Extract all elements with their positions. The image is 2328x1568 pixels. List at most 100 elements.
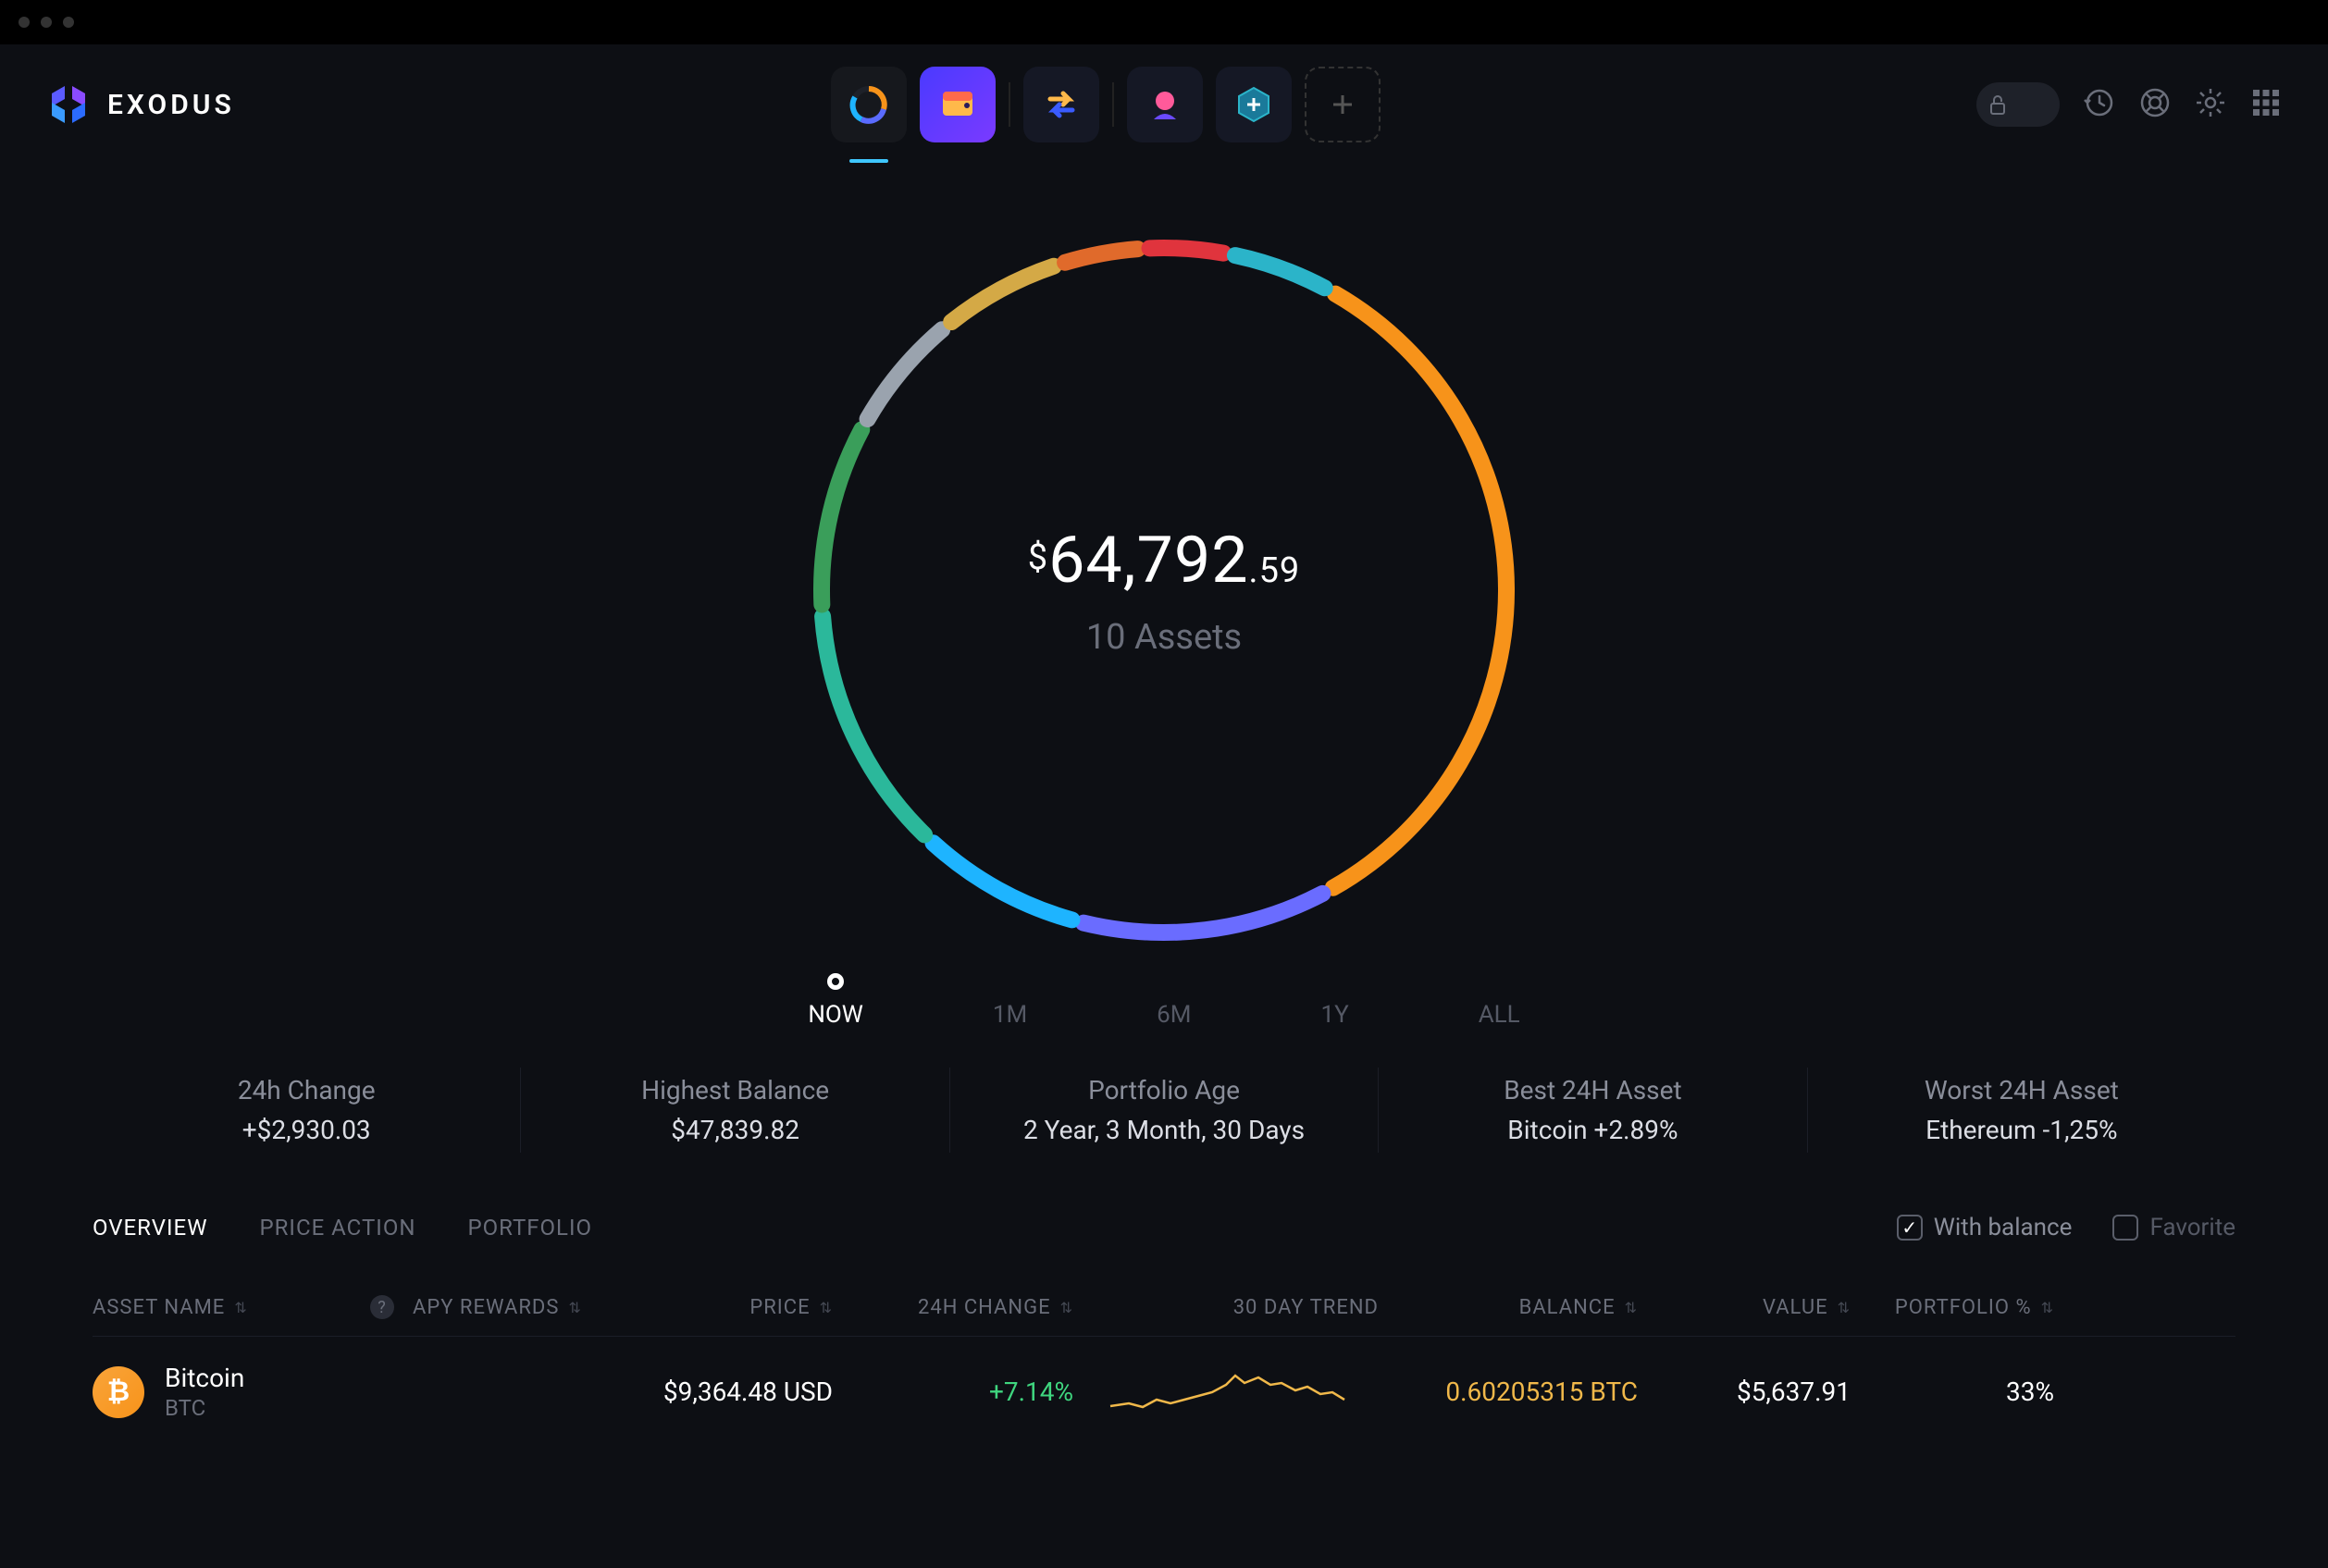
assets-count: 10 Assets bbox=[1086, 617, 1242, 658]
history-icon[interactable] bbox=[2084, 87, 2115, 122]
table-filters: With balance Favorite bbox=[1897, 1214, 2235, 1241]
asset-ticker: BTC bbox=[165, 1395, 244, 1421]
th-24h-change[interactable]: 24H CHANGE⇅ bbox=[833, 1295, 1073, 1319]
stat-value: $47,839.82 bbox=[521, 1115, 948, 1145]
value-cell: $5,637.91 bbox=[1638, 1377, 1851, 1407]
filter-favorite[interactable]: Favorite bbox=[2112, 1214, 2235, 1241]
range-1y[interactable]: 1Y bbox=[1320, 973, 1348, 1029]
donut-center: $64,792.59 10 Assets bbox=[794, 220, 1534, 960]
table-row[interactable]: ₿ Bitcoin BTC $9,364.48 USD +7.14% 0.602… bbox=[93, 1337, 2235, 1447]
price-cell: $9,364.48 USD bbox=[611, 1377, 833, 1407]
change-cell: +7.14% bbox=[833, 1377, 1073, 1407]
tab-portfolio[interactable]: PORTFOLIO bbox=[467, 1215, 592, 1241]
filter-label: With balance bbox=[1934, 1214, 2073, 1241]
hexagon-plus-icon bbox=[1233, 84, 1274, 125]
tabs-row: OVERVIEW PRICE ACTION PORTFOLIO With balan… bbox=[93, 1214, 2235, 1241]
wallet-icon bbox=[937, 84, 978, 125]
sort-icon: ⇅ bbox=[568, 1299, 581, 1316]
stat-label: Highest Balance bbox=[521, 1075, 948, 1105]
th-value[interactable]: VALUE⇅ bbox=[1638, 1295, 1851, 1319]
nav-add-button[interactable] bbox=[1305, 67, 1381, 142]
nav-wallet-button[interactable] bbox=[920, 67, 996, 142]
th-asset-name[interactable]: ASSET NAME⇅ bbox=[93, 1295, 370, 1319]
app-header: EXODUS bbox=[0, 44, 2328, 165]
stats-row: 24h Change +$2,930.03 Highest Balance $4… bbox=[28, 1068, 2300, 1153]
assets-table-area: OVERVIEW PRICE ACTION PORTFOLIO With balan… bbox=[28, 1214, 2300, 1447]
traffic-light-minimize-icon[interactable] bbox=[41, 17, 52, 28]
traffic-light-close-icon[interactable] bbox=[19, 17, 30, 28]
exodus-logo: EXODUS bbox=[46, 82, 235, 127]
portfolio-donut: $64,792.59 10 Assets bbox=[794, 220, 1534, 960]
stat-best-asset: Best 24H Asset Bitcoin +2.89% bbox=[1379, 1068, 1807, 1153]
stat-worst-asset: Worst 24H Asset Ethereum -1,25% bbox=[1808, 1068, 2235, 1153]
filter-label: Favorite bbox=[2149, 1214, 2235, 1241]
balance-cell: 0.60205315 BTC bbox=[1379, 1377, 1638, 1407]
gear-icon[interactable] bbox=[2195, 87, 2226, 122]
th-portfolio-pct[interactable]: PORTFOLIO %⇅ bbox=[1851, 1295, 2054, 1319]
th-price[interactable]: PRICE⇅ bbox=[611, 1295, 833, 1319]
sort-icon: ⇅ bbox=[820, 1299, 833, 1316]
th-30day-trend: 30 DAY TREND bbox=[1073, 1295, 1379, 1319]
sort-icon: ⇅ bbox=[1060, 1299, 1073, 1316]
plus-icon bbox=[1330, 92, 1356, 117]
nav-divider bbox=[1112, 82, 1114, 127]
currency-symbol: $ bbox=[1028, 537, 1048, 578]
stat-value: 2 Year, 3 Month, 30 Days bbox=[950, 1115, 1378, 1145]
balance-cents: .59 bbox=[1249, 550, 1301, 591]
lock-icon bbox=[1986, 93, 2010, 117]
stat-label: Portfolio Age bbox=[950, 1075, 1378, 1105]
stat-label: Worst 24H Asset bbox=[1808, 1075, 2235, 1105]
stat-label: 24h Change bbox=[93, 1075, 520, 1105]
head-icon bbox=[1146, 86, 1183, 123]
stat-portfolio-age: Portfolio Age 2 Year, 3 Month, 30 Days bbox=[950, 1068, 1379, 1153]
table-header: ASSET NAME⇅ ?APY REWARDS⇅ PRICE⇅ 24H CHA… bbox=[93, 1278, 2235, 1337]
exodus-logo-icon bbox=[46, 82, 91, 127]
window-titlebar bbox=[0, 0, 2328, 44]
app-root: EXODUS bbox=[0, 44, 2328, 1568]
nav-portfolio-button[interactable] bbox=[831, 67, 907, 142]
nav-center bbox=[235, 67, 1976, 142]
sparkline-icon bbox=[1106, 1364, 1346, 1420]
th-balance[interactable]: BALANCE⇅ bbox=[1379, 1295, 1638, 1319]
sort-icon: ⇅ bbox=[234, 1299, 247, 1316]
time-range-selector: NOW 1M 6M 1Y ALL bbox=[808, 973, 1519, 1029]
sort-icon: ⇅ bbox=[2041, 1299, 2054, 1316]
help-icon[interactable]: ? bbox=[370, 1295, 394, 1319]
nav-divider bbox=[1009, 82, 1010, 127]
app-name: EXODUS bbox=[107, 89, 235, 121]
sort-icon: ⇅ bbox=[1838, 1299, 1851, 1316]
range-6m[interactable]: 6M bbox=[1157, 973, 1191, 1029]
range-now[interactable]: NOW bbox=[808, 973, 863, 1029]
tab-price-action[interactable]: PRICE ACTION bbox=[259, 1215, 415, 1241]
portfolio-ring-section: $64,792.59 10 Assets NOW 1M 6M 1Y ALL bbox=[28, 202, 2300, 1029]
stat-value: Bitcoin +2.89% bbox=[1379, 1115, 1806, 1145]
stat-24h-change: 24h Change +$2,930.03 bbox=[93, 1068, 521, 1153]
stat-value: +$2,930.03 bbox=[93, 1115, 520, 1145]
tab-overview[interactable]: OVERVIEW bbox=[93, 1215, 207, 1241]
traffic-light-zoom-icon[interactable] bbox=[63, 17, 74, 28]
asset-name: Bitcoin bbox=[165, 1363, 244, 1393]
nav-apps-button[interactable] bbox=[1216, 67, 1292, 142]
nav-profile-button[interactable] bbox=[1127, 67, 1203, 142]
checkbox-unchecked-icon bbox=[2112, 1215, 2138, 1241]
asset-cell: ₿ Bitcoin BTC bbox=[93, 1363, 370, 1421]
table-tabs: OVERVIEW PRICE ACTION PORTFOLIO bbox=[93, 1215, 592, 1241]
total-balance: $64,792.59 bbox=[1028, 523, 1301, 599]
apps-grid-icon[interactable] bbox=[2250, 87, 2282, 122]
support-icon[interactable] bbox=[2139, 87, 2171, 122]
sparkline-cell bbox=[1073, 1364, 1379, 1420]
range-all[interactable]: ALL bbox=[1479, 973, 1520, 1029]
filter-with-balance[interactable]: With balance bbox=[1897, 1214, 2073, 1241]
lock-toggle[interactable] bbox=[1976, 82, 2060, 127]
range-1m[interactable]: 1M bbox=[993, 973, 1027, 1029]
pct-cell: 33% bbox=[1851, 1377, 2054, 1407]
sort-icon: ⇅ bbox=[1625, 1299, 1638, 1316]
checkbox-checked-icon bbox=[1897, 1215, 1923, 1241]
ring-chart-icon bbox=[847, 82, 891, 127]
stat-highest-balance: Highest Balance $47,839.82 bbox=[521, 1068, 949, 1153]
nav-exchange-button[interactable] bbox=[1023, 67, 1099, 142]
stat-value: Ethereum -1,25% bbox=[1808, 1115, 2235, 1145]
range-indicator-icon bbox=[827, 973, 844, 990]
bitcoin-coin-icon: ₿ bbox=[93, 1366, 144, 1418]
th-apy-rewards[interactable]: ?APY REWARDS⇅ bbox=[370, 1295, 611, 1319]
